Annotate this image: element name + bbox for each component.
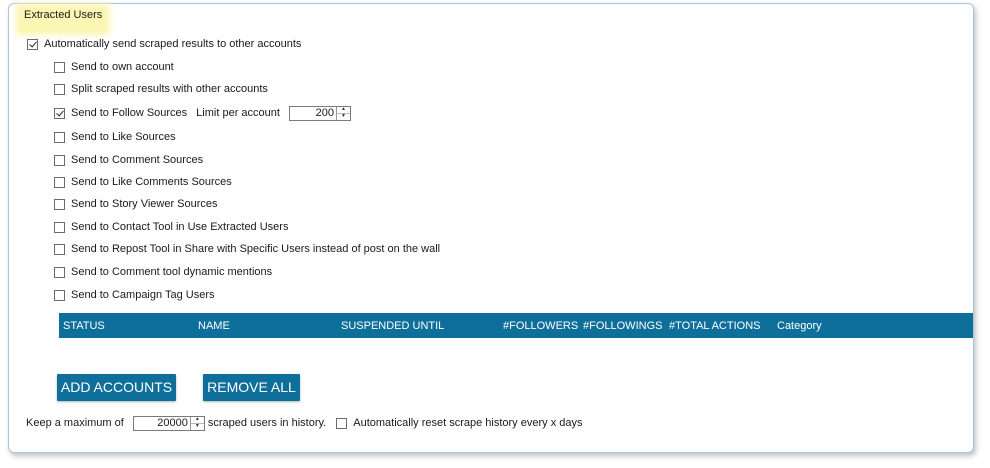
- column-header-total-actions[interactable]: #TOTAL ACTIONS: [669, 313, 761, 340]
- option-label: Send to Repost Tool in Share with Specif…: [71, 243, 441, 255]
- auto-send-label: Automatically send scraped results to ot…: [44, 38, 302, 50]
- history-row: Keep a maximum of 20000 ▲ ▼ scraped user…: [26, 415, 583, 431]
- column-header-followers[interactable]: #FOLLOWERS: [503, 313, 578, 340]
- option-send-own-account[interactable]: Send to own account: [54, 59, 174, 75]
- history-max-value[interactable]: 20000: [134, 417, 190, 430]
- remove-all-button[interactable]: REMOVE ALL: [203, 374, 300, 401]
- column-header-followings[interactable]: #FOLLOWINGS: [583, 313, 662, 340]
- option-checkbox[interactable]: [54, 289, 65, 301]
- option-label: Send to Follow Sources: [71, 107, 188, 119]
- option-label: Send to own account: [71, 61, 174, 73]
- option-checkbox[interactable]: [54, 243, 65, 255]
- column-header-category[interactable]: Category: [777, 313, 822, 340]
- option-checkbox[interactable]: [54, 266, 65, 278]
- option-send-campaign-tag-users[interactable]: Send to Campaign Tag Users: [54, 287, 215, 303]
- option-label: Split scraped results with other account…: [71, 83, 268, 95]
- option-send-comment-mentions[interactable]: Send to Comment tool dynamic mentions: [54, 264, 272, 280]
- option-checkbox[interactable]: [54, 131, 65, 143]
- option-send-like-sources[interactable]: Send to Like Sources: [54, 129, 176, 145]
- option-checkbox[interactable]: [54, 198, 65, 210]
- history-max-spinner[interactable]: 20000 ▲ ▼: [132, 415, 205, 431]
- option-checkbox[interactable]: [54, 107, 65, 119]
- reset-history-label: Automatically reset scrape history every…: [353, 417, 583, 429]
- history-suffix-label: scraped users in history.: [207, 417, 327, 429]
- option-label: Send to Like Sources: [71, 131, 176, 143]
- option-send-story-viewer-sources[interactable]: Send to Story Viewer Sources: [54, 196, 218, 212]
- option-checkbox[interactable]: [54, 61, 65, 73]
- panel-title: Extracted Users: [19, 7, 108, 32]
- limit-spinner[interactable]: 200 ▲ ▼: [288, 105, 351, 121]
- option-checkbox[interactable]: [54, 154, 65, 166]
- option-label: Send to Campaign Tag Users: [71, 289, 215, 301]
- option-send-repost-tool[interactable]: Send to Repost Tool in Share with Specif…: [54, 241, 440, 257]
- option-send-contact-tool[interactable]: Send to Contact Tool in Use Extracted Us…: [54, 219, 288, 235]
- option-checkbox[interactable]: [54, 176, 65, 188]
- option-split-results[interactable]: Split scraped results with other account…: [54, 81, 268, 97]
- column-header-suspended-until[interactable]: SUSPENDED UNTIL: [341, 313, 444, 340]
- column-header-status[interactable]: STATUS: [63, 313, 105, 340]
- option-label: Send to Story Viewer Sources: [71, 198, 218, 210]
- option-send-comment-sources[interactable]: Send to Comment Sources: [54, 152, 203, 168]
- auto-send-option[interactable]: Automatically send scraped results to ot…: [27, 36, 301, 52]
- reset-history-checkbox[interactable]: [336, 417, 348, 429]
- option-label: Send to Comment Sources: [71, 154, 204, 166]
- history-prefix-label: Keep a maximum of: [26, 417, 124, 429]
- spin-down-icon[interactable]: ▼: [337, 114, 350, 120]
- option-label: Send to Comment tool dynamic mentions: [71, 266, 273, 278]
- limit-value[interactable]: 200: [290, 107, 336, 120]
- option-checkbox[interactable]: [54, 83, 65, 95]
- option-send-follow-sources[interactable]: Send to Follow Sources Limit per account…: [54, 105, 351, 121]
- option-label: Send to Like Comments Sources: [71, 176, 232, 188]
- auto-send-checkbox[interactable]: [27, 38, 38, 50]
- accounts-grid-header: STATUS NAME SUSPENDED UNTIL #FOLLOWERS #…: [59, 313, 973, 338]
- limit-label: Limit per account: [196, 107, 280, 119]
- column-header-name[interactable]: NAME: [198, 313, 230, 340]
- option-label: Send to Contact Tool in Use Extracted Us…: [71, 221, 289, 233]
- option-checkbox[interactable]: [54, 221, 65, 233]
- spin-down-icon[interactable]: ▼: [191, 424, 204, 430]
- add-accounts-button[interactable]: ADD ACCOUNTS: [57, 374, 176, 401]
- option-send-like-comments-sources[interactable]: Send to Like Comments Sources: [54, 174, 232, 190]
